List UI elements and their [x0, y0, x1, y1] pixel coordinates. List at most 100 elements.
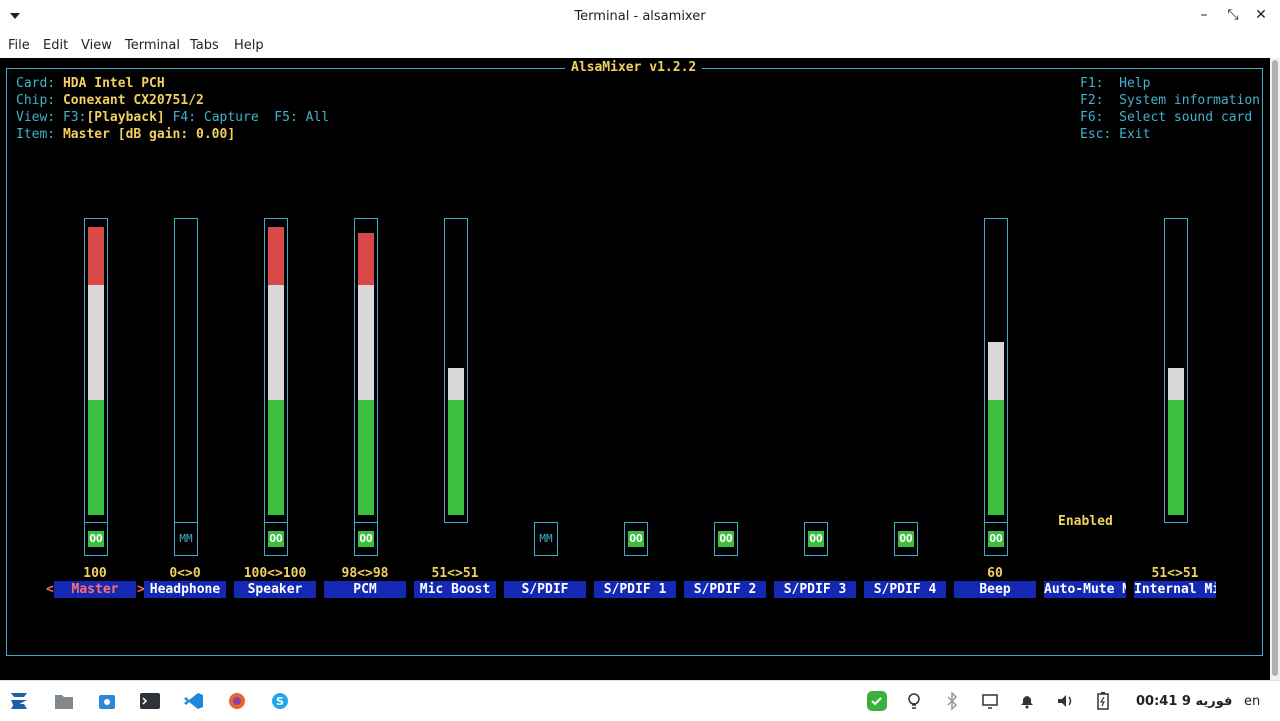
channel-label-speaker[interactable]: Speaker	[234, 581, 316, 598]
channel-value-beep: 60	[987, 566, 1003, 581]
menu-edit[interactable]: Edit	[43, 38, 68, 53]
mute-state: OO	[898, 531, 914, 547]
view-other: F4: Capture F5: All	[172, 110, 330, 125]
night-light-icon[interactable]	[903, 691, 925, 711]
clock[interactable]: 00:41 9 فوريه	[1136, 694, 1232, 709]
mute-state: MM	[539, 532, 553, 545]
volume-bar-mic-boost[interactable]	[444, 218, 468, 523]
mute-toggle-pcm[interactable]: OO	[354, 522, 378, 556]
mute-state: OO	[718, 531, 734, 547]
help-esc: Esc: Exit	[1080, 127, 1151, 142]
battery-icon[interactable]	[1092, 691, 1114, 711]
bluetooth-icon[interactable]	[941, 691, 963, 711]
firefox-icon[interactable]	[226, 691, 248, 711]
help-f2: F2: System information	[1080, 93, 1261, 108]
card-value: HDA Intel PCH	[62, 76, 165, 91]
title-bar: Terminal - alsamixer – ⤡ ✕	[0, 0, 1280, 34]
mute-toggle-s-pdif[interactable]: MM	[534, 522, 558, 556]
mute-toggle-master[interactable]: OO	[84, 522, 108, 556]
minimize-icon[interactable]: –	[1195, 7, 1213, 23]
volume-icon[interactable]	[1055, 691, 1077, 711]
menu-file[interactable]: File	[8, 38, 30, 53]
mute-toggle-s-pdif-1[interactable]: OO	[624, 522, 648, 556]
restore-icon[interactable]: ⤡	[1224, 7, 1242, 23]
channel-value-pcm: 98<>98	[341, 566, 389, 581]
volume-fill-white	[448, 368, 464, 400]
volume-fill-green	[1168, 399, 1184, 515]
channel-value-headphone: 0<>0	[169, 566, 201, 581]
menu-tabs[interactable]: Tabs	[190, 38, 219, 53]
keyboard-language[interactable]: en	[1244, 694, 1260, 709]
update-check-icon[interactable]	[866, 691, 888, 711]
channel-label-pcm[interactable]: PCM	[324, 581, 406, 598]
mute-state: OO	[988, 531, 1004, 547]
volume-bar-headphone[interactable]	[174, 218, 198, 523]
volume-fill-red	[88, 227, 104, 285]
channel-label-beep[interactable]: Beep	[954, 581, 1036, 598]
volume-fill-green	[268, 399, 284, 515]
menu-view[interactable]: View	[81, 38, 112, 53]
mute-toggle-speaker[interactable]: OO	[264, 522, 288, 556]
display-icon[interactable]	[979, 691, 1001, 711]
channel-value-internal-mi: 51<>51	[1151, 566, 1199, 581]
mute-toggle-s-pdif-4[interactable]: OO	[894, 522, 918, 556]
chip-key: Chip:	[16, 93, 56, 108]
close-icon[interactable]: ✕	[1252, 7, 1270, 23]
volume-fill-white	[88, 284, 104, 400]
volume-fill-red	[358, 232, 374, 285]
volume-fill-white	[1168, 368, 1184, 400]
mute-state: OO	[268, 531, 284, 547]
volume-bar-beep[interactable]	[984, 218, 1008, 523]
menu-help[interactable]: Help	[234, 38, 264, 53]
mute-toggle-beep[interactable]: OO	[984, 522, 1008, 556]
mute-toggle-s-pdif-3[interactable]: OO	[804, 522, 828, 556]
channel-value-speaker: 100<>100	[243, 566, 307, 581]
zorin-menu-icon[interactable]	[8, 691, 30, 711]
channel-label-s-pdif-1[interactable]: S/PDIF 1	[594, 581, 676, 598]
channel-label-master[interactable]: Master	[54, 581, 136, 598]
mute-toggle-s-pdif-2[interactable]: OO	[714, 522, 738, 556]
terminal-icon[interactable]	[139, 691, 161, 711]
volume-fill-white	[358, 284, 374, 400]
channel-label-mic-boost[interactable]: Mic Boost	[414, 581, 496, 598]
vscode-icon[interactable]	[183, 691, 205, 711]
menu-terminal[interactable]: Terminal	[125, 38, 180, 53]
scrollbar[interactable]	[1270, 58, 1280, 680]
volume-fill-white	[988, 342, 1004, 400]
item-value: Master [dB gain: 0.00]	[62, 127, 236, 142]
item-key: Item:	[16, 127, 56, 142]
channel-value-mic-boost: 51<>51	[431, 566, 479, 581]
select-left-arrow: <	[46, 582, 54, 597]
help-f1: F1: Help	[1080, 76, 1151, 91]
card-key: Card:	[16, 76, 56, 91]
terminal-area[interactable]: AlsaMixer v1.2.2 Card: HDA Intel PCH Chi…	[0, 58, 1270, 680]
channel-label-headphone[interactable]: Headphone	[144, 581, 226, 598]
scrollbar-thumb[interactable]	[1272, 60, 1278, 676]
volume-fill-red	[268, 227, 284, 285]
skype-icon[interactable]: S	[269, 691, 291, 711]
channel-label-s-pdif-2[interactable]: S/PDIF 2	[684, 581, 766, 598]
svg-text:S: S	[276, 695, 284, 708]
volume-fill-green	[988, 399, 1004, 515]
mute-state: OO	[88, 531, 104, 547]
volume-fill-green	[448, 399, 464, 515]
software-store-icon[interactable]	[96, 691, 118, 711]
menu-bar: File Edit View Terminal Tabs Help	[0, 34, 1280, 58]
mute-state: OO	[628, 531, 644, 547]
channel-label-s-pdif-3[interactable]: S/PDIF 3	[774, 581, 856, 598]
channel-label-s-pdif[interactable]: S/PDIF	[504, 581, 586, 598]
channel-label-auto-mute-m[interactable]: Auto-Mute M	[1044, 581, 1126, 598]
taskbar: S 00:41 9 فوريه en	[0, 680, 1280, 721]
volume-bar-internal-mi[interactable]	[1164, 218, 1188, 523]
channel-value-master: 100	[83, 566, 107, 581]
files-icon[interactable]	[53, 691, 75, 711]
mute-toggle-headphone[interactable]: MM	[174, 522, 198, 556]
volume-bar-pcm[interactable]	[354, 218, 378, 523]
channel-label-s-pdif-4[interactable]: S/PDIF 4	[864, 581, 946, 598]
volume-bar-master[interactable]	[84, 218, 108, 523]
chip-value: Conexant CX20751/2	[62, 93, 204, 108]
notifications-icon[interactable]	[1016, 691, 1038, 711]
volume-bar-speaker[interactable]	[264, 218, 288, 523]
channel-label-internal-mi[interactable]: Internal Mi	[1134, 581, 1216, 598]
auto-mute-enabled: Enabled	[1058, 514, 1113, 529]
